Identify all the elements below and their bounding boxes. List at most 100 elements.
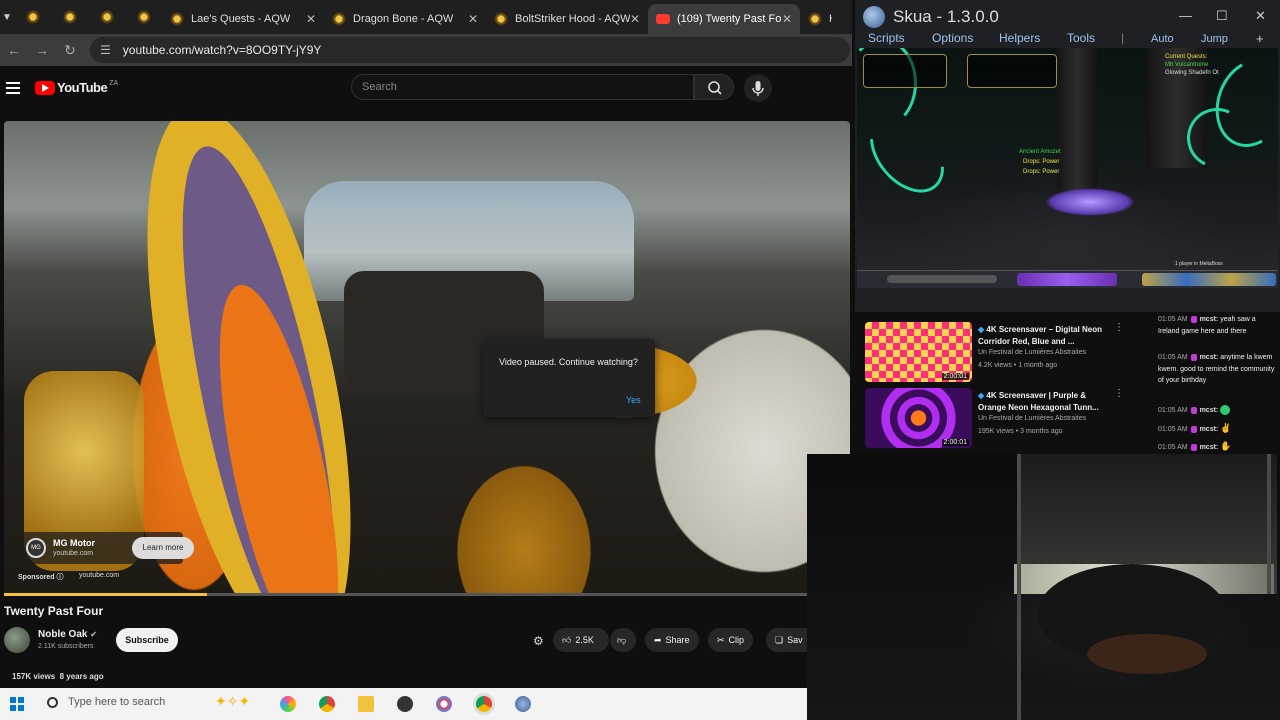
- browser-toolbar: ← → ↻ ☰ youtube.com/watch?v=8OO9TY-jY9Y: [0, 34, 852, 66]
- menu-auto[interactable]: Auto: [1151, 33, 1174, 45]
- subscribe-button[interactable]: Subscribe: [116, 628, 178, 652]
- clip-button[interactable]: ✂ Clip: [708, 628, 754, 652]
- skua-app-icon[interactable]: [515, 696, 531, 712]
- tab-close-icon[interactable]: ✕: [630, 12, 640, 26]
- country-code: ZA: [109, 80, 119, 87]
- more-options-icon[interactable]: ⋮: [1114, 322, 1124, 333]
- continue-watching-yes-button[interactable]: Yes: [626, 395, 641, 405]
- skill-bar[interactable]: [1017, 273, 1117, 286]
- thumbs-down-icon: 👎︎: [617, 634, 627, 645]
- search-highlight-icon[interactable]: ✦✧✦: [215, 693, 255, 709]
- chat-user[interactable]: mcst:: [1200, 444, 1219, 451]
- aqw-favicon-icon: [170, 12, 184, 26]
- menu-scripts[interactable]: Scripts: [868, 31, 905, 45]
- more-options-icon[interactable]: ⋮: [1114, 388, 1124, 399]
- related-video-channel[interactable]: Un Festival de Lumières Abstraites: [978, 349, 1086, 356]
- tab-label: BoltStriker Hood - AQW: [515, 13, 630, 25]
- taskbar-search-input[interactable]: Type here to search: [68, 696, 165, 708]
- channel-name[interactable]: Noble Oak ✔: [38, 629, 97, 640]
- hamburger-menu-icon[interactable]: [6, 82, 20, 94]
- creator-settings-icon[interactable]: ⚙: [533, 634, 544, 648]
- related-video-title-text: 4K Screensaver | Purple & Orange Neon He…: [978, 391, 1099, 412]
- player-character[interactable]: [1045, 188, 1135, 216]
- aqw-favicon-icon: [494, 12, 508, 26]
- chat-input[interactable]: [887, 275, 997, 283]
- browser-tab[interactable]: Lae's Quests - AQW ✕: [162, 4, 324, 34]
- tab-close-icon[interactable]: ✕: [782, 12, 792, 26]
- info-icon[interactable]: ⓘ: [57, 574, 64, 581]
- browser-tab[interactable]: Dragon Bone - AQW ✕: [324, 4, 486, 34]
- pinned-tab[interactable]: [51, 0, 88, 34]
- chrome-icon[interactable]: [319, 696, 335, 712]
- game-viewport[interactable]: Current Quests: Mb Vulcantrome Glowing S…: [857, 48, 1278, 288]
- menu-options[interactable]: Options: [932, 31, 973, 45]
- search-input[interactable]: Search: [351, 74, 694, 100]
- tab-close-icon[interactable]: ✕: [468, 12, 478, 26]
- dislike-button[interactable]: 👎︎: [610, 628, 636, 652]
- video-thumbnail[interactable]: 2:00:01: [865, 388, 972, 448]
- maximize-icon[interactable]: ☐: [1216, 8, 1228, 24]
- related-video-channel[interactable]: Un Festival de Lumières Abstraites: [978, 415, 1086, 422]
- browser-tab[interactable]: Hol: [800, 4, 840, 34]
- menu-icon-bar[interactable]: [1142, 273, 1276, 286]
- video-thumbnail[interactable]: 2:00:01: [865, 322, 972, 382]
- chat-user[interactable]: mcst:: [1200, 354, 1219, 361]
- close-icon[interactable]: ✕: [1255, 8, 1266, 24]
- minimize-icon[interactable]: —: [1179, 8, 1192, 23]
- tab-label: Lae's Quests - AQW: [191, 13, 291, 25]
- save-button[interactable]: ❏ Sav: [766, 628, 808, 652]
- ad-overlay-card[interactable]: MG MG Motor youtube.com Learn more: [18, 532, 194, 564]
- search-icon: [47, 697, 58, 708]
- file-explorer-icon[interactable]: [358, 696, 374, 712]
- emoji-icon: [1220, 405, 1231, 416]
- menu-helpers[interactable]: Helpers: [999, 31, 1040, 45]
- forward-arrow-icon[interactable]: →: [28, 42, 56, 58]
- browser-tab[interactable]: BoltStriker Hood - AQW ✕: [486, 4, 648, 34]
- address-bar[interactable]: ☰ youtube.com/watch?v=8OO9TY-jY9Y: [90, 37, 850, 63]
- chat-user[interactable]: mcst:: [1200, 407, 1219, 414]
- add-icon[interactable]: +: [1256, 31, 1264, 46]
- game-action-bar[interactable]: [857, 270, 1278, 288]
- tab-label: Hol: [829, 13, 832, 25]
- share-label: Share: [665, 635, 690, 645]
- like-button[interactable]: 👍︎ 2.5K: [553, 628, 609, 652]
- app-icon[interactable]: [436, 696, 452, 712]
- live-chat: 01:05 AM mcst: yeah saw a Ireland game he…: [1150, 312, 1280, 454]
- video-progress-bar[interactable]: [4, 593, 850, 596]
- skua-window: Skua - 1.3.0.0 — ☐ ✕ Scripts Options Hel…: [855, 0, 1280, 312]
- menu-jump[interactable]: Jump: [1201, 33, 1228, 45]
- share-button[interactable]: ➦ Share: [645, 628, 699, 652]
- related-video-meta: 4.2K views • 1 month ago: [978, 362, 1058, 369]
- pinned-tab[interactable]: [88, 0, 125, 34]
- related-video-meta: 195K views • 3 months ago: [978, 428, 1063, 435]
- advertiser-name: MG Motor: [53, 538, 95, 548]
- channel-avatar[interactable]: [4, 627, 30, 653]
- back-arrow-icon[interactable]: ←: [0, 42, 28, 58]
- menu-tools[interactable]: Tools: [1067, 31, 1095, 45]
- windows-start-icon[interactable]: [10, 697, 24, 711]
- browser-tab-active[interactable]: (109) Twenty Past Fo ✕: [648, 4, 800, 34]
- related-video-title[interactable]: ◆ 4K Screensaver – Digital Neon Corridor…: [978, 324, 1110, 348]
- learn-more-button[interactable]: Learn more: [132, 537, 194, 559]
- reload-icon[interactable]: ↻: [56, 42, 84, 59]
- pinned-tab[interactable]: [125, 0, 162, 34]
- tab-close-icon[interactable]: ✕: [306, 12, 316, 26]
- photos-app-icon[interactable]: [280, 696, 296, 712]
- pinned-tab[interactable]: [14, 0, 51, 34]
- chrome-active-icon[interactable]: [476, 696, 492, 712]
- tab-search-chevron-icon[interactable]: ▼: [0, 12, 14, 23]
- chat-user[interactable]: mcst:: [1200, 426, 1219, 433]
- voice-search-button[interactable]: [744, 74, 772, 102]
- target-hud: [967, 54, 1057, 88]
- search-button[interactable]: [694, 74, 734, 100]
- verified-check-icon: ✔: [90, 630, 97, 639]
- site-info-icon[interactable]: ☰: [100, 43, 111, 57]
- related-video-title[interactable]: ◆ 4K Screensaver | Purple & Orange Neon …: [978, 390, 1110, 414]
- like-count: 2.5K: [575, 635, 594, 645]
- advertiser-logo: MG: [26, 538, 46, 558]
- chat-user[interactable]: mcst:: [1200, 316, 1219, 323]
- video-player[interactable]: [4, 121, 850, 595]
- description-stats[interactable]: 157K views 8 years ago: [12, 672, 104, 681]
- youtube-logo[interactable]: YouTube ZA: [35, 80, 118, 95]
- steam-icon[interactable]: [397, 696, 413, 712]
